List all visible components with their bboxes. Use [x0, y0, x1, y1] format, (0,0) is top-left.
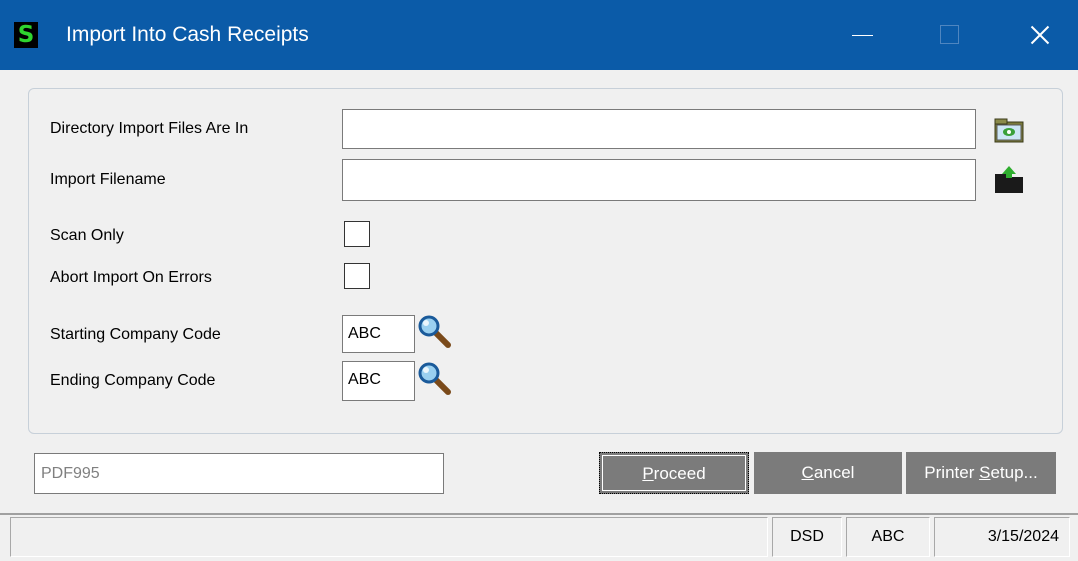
abort-on-errors-checkbox[interactable]: [344, 263, 370, 289]
ending-company-input[interactable]: ABC: [342, 361, 415, 401]
starting-company-label: Starting Company Code: [50, 326, 221, 343]
proceed-button[interactable]: Proceed: [599, 452, 749, 494]
cancel-accelerator: C: [801, 463, 814, 482]
window-title: Import Into Cash Receipts: [66, 23, 309, 46]
filename-input[interactable]: [342, 159, 976, 201]
cancel-label: ancel: [813, 463, 855, 482]
maximize-button: [924, 18, 974, 52]
scan-only-checkbox[interactable]: [344, 221, 370, 247]
printer-setup-button[interactable]: Printer Setup...: [906, 452, 1056, 494]
status-message: [10, 517, 768, 557]
status-company: ABC: [846, 517, 930, 557]
proceed-accelerator: P: [642, 464, 654, 483]
close-button[interactable]: [1016, 18, 1066, 52]
starting-company-input[interactable]: ABC: [342, 315, 415, 353]
abort-on-errors-label: Abort Import On Errors: [50, 269, 212, 286]
folder-browse-icon[interactable]: [992, 114, 1026, 149]
printer-setup-accelerator: S: [979, 463, 991, 482]
title-bar: S Import Into Cash Receipts: [0, 0, 1078, 70]
directory-label: Directory Import Files Are In: [50, 120, 249, 137]
ending-company-label: Ending Company Code: [50, 372, 216, 389]
printer-setup-prefix: Printer: [924, 463, 980, 482]
minimize-button[interactable]: [838, 18, 888, 52]
magnifier-icon[interactable]: [418, 315, 452, 354]
proceed-label: roceed: [653, 464, 706, 483]
scan-only-label: Scan Only: [50, 227, 124, 244]
printer-setup-label: etup...: [990, 463, 1038, 482]
printer-name-field[interactable]: PDF995: [34, 453, 444, 494]
status-module: DSD: [772, 517, 842, 557]
cancel-button[interactable]: Cancel: [754, 452, 902, 494]
directory-input[interactable]: [342, 109, 976, 149]
magnifier-icon[interactable]: [418, 362, 452, 401]
status-date: 3/15/2024: [934, 517, 1070, 557]
filename-label: Import Filename: [50, 171, 166, 188]
status-bar: DSD ABC 3/15/2024: [0, 513, 1078, 561]
app-icon: S: [14, 22, 38, 48]
folder-upload-icon[interactable]: [992, 162, 1026, 199]
